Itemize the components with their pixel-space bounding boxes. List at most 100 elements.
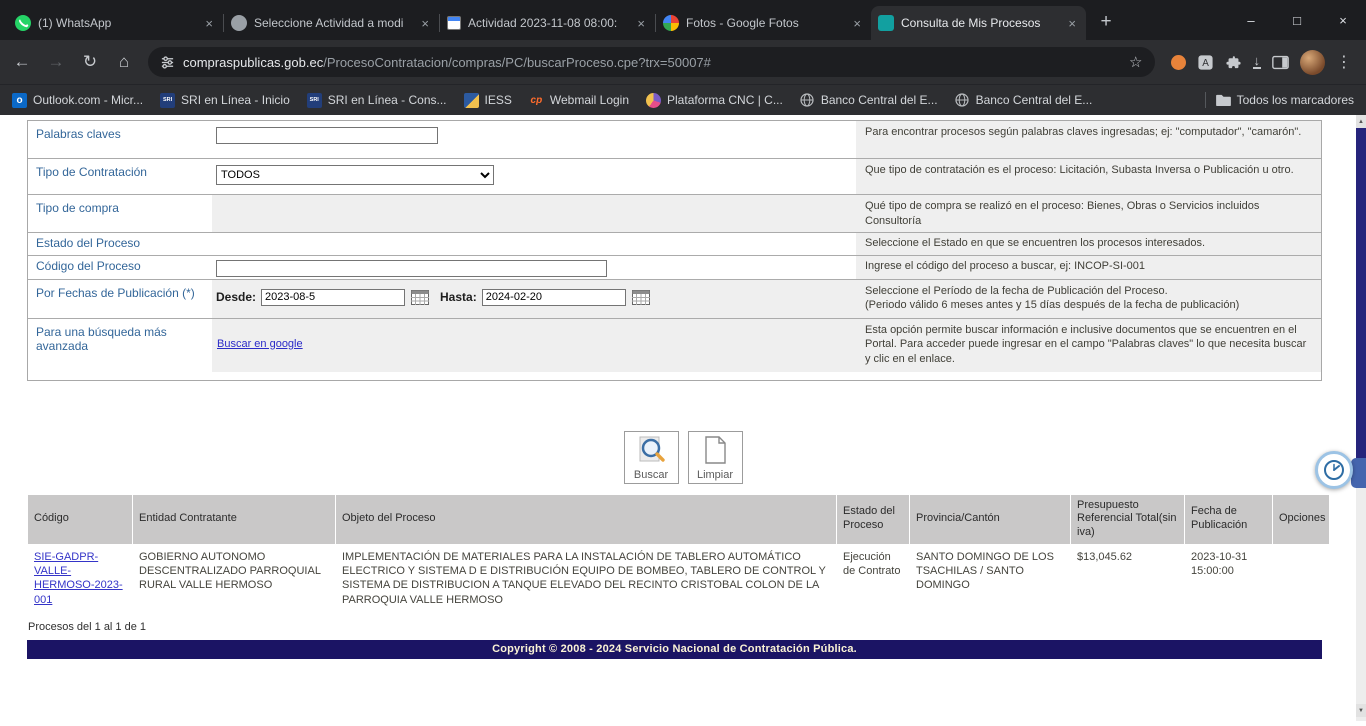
date-from-input[interactable] — [261, 289, 405, 306]
bookmark-iess[interactable]: IESS — [464, 93, 512, 108]
process-code-input[interactable] — [216, 260, 607, 277]
floating-widget-tab[interactable] — [1351, 458, 1366, 488]
bookmark-banco-central-2[interactable]: Banco Central del E... — [955, 93, 1093, 108]
clear-page-icon — [702, 435, 728, 468]
keywords-label: Palabras claves — [28, 121, 212, 158]
state-label: Estado del Proceso — [28, 233, 212, 255]
bookmark-label: Plataforma CNC | C... — [667, 93, 783, 107]
bookmark-banco-central-1[interactable]: Banco Central del E... — [800, 93, 938, 108]
search-button[interactable]: Buscar — [624, 431, 679, 484]
search-form: Palabras claves Para encontrar procesos … — [27, 120, 1322, 381]
calendar-page-icon — [447, 16, 461, 30]
extension-orange-icon[interactable] — [1171, 55, 1186, 70]
sri-icon: SRI — [160, 93, 175, 108]
home-button[interactable]: ⌂ — [108, 46, 140, 78]
bookmark-sri-consultas[interactable]: SRI SRI en Línea - Cons... — [307, 93, 447, 108]
tab-whatsapp[interactable]: (1) WhatsApp × — [8, 6, 223, 40]
floating-clock-widget[interactable] — [1315, 451, 1353, 489]
tab-consulta-procesos-active[interactable]: Consulta de Mis Procesos × — [871, 6, 1086, 40]
calendar-icon[interactable] — [632, 290, 650, 305]
cell-codigo: SIE-GADPR-VALLE-HERMOSO-2023-001 — [28, 545, 132, 612]
bookmark-star-icon[interactable]: ☆ — [1129, 53, 1142, 71]
tab-close-icon[interactable]: × — [202, 16, 216, 31]
url-path: /ProcesoContratacion/compras/PC/buscarPr… — [323, 55, 711, 70]
cell-objeto: IMPLEMENTACIÓN DE MATERIALES PARA LA INS… — [336, 545, 836, 612]
new-tab-button[interactable]: + — [1092, 8, 1120, 36]
close-button[interactable]: × — [1320, 0, 1366, 40]
tab-close-icon[interactable]: × — [1065, 16, 1079, 31]
scroll-down-icon[interactable]: ▼ — [1356, 704, 1366, 717]
browser-toolbar: ← → ↻ ⌂ compraspublicas.gob.ec/ProcesoCo… — [0, 40, 1366, 84]
bookmark-webmail[interactable]: cp Webmail Login — [529, 93, 629, 108]
bookmark-label: SRI en Línea - Cons... — [328, 93, 447, 107]
row-tipo-contratacion: Tipo de Contratación TODOS Que tipo de c… — [28, 158, 1321, 194]
sri-icon: SRI — [307, 93, 322, 108]
cpanel-icon: cp — [529, 93, 544, 108]
scroll-up-icon[interactable]: ▲ — [1356, 115, 1366, 128]
contract-type-select[interactable]: TODOS — [216, 165, 494, 185]
row-palabras-claves: Palabras claves Para encontrar procesos … — [28, 121, 1321, 158]
minimize-button[interactable]: – — [1228, 0, 1274, 40]
bookmark-label: IESS — [485, 93, 512, 107]
bookmarks-divider — [1205, 92, 1206, 108]
downloads-icon[interactable]: ↓ — [1253, 55, 1262, 69]
contract-type-help: Que tipo de contratación es el proceso: … — [856, 159, 1321, 194]
extensions-puzzle-icon[interactable] — [1225, 54, 1242, 71]
tab-label: Fotos - Google Fotos — [686, 16, 843, 30]
bookmark-sri-inicio[interactable]: SRI SRI en Línea - Inicio — [160, 93, 290, 108]
cell-presupuesto: $13,045.62 — [1071, 545, 1184, 612]
tab-actividad[interactable]: Actividad 2023-11-08 08:00: × — [440, 6, 655, 40]
google-photos-icon — [663, 15, 679, 31]
copyright-bar: Copyright © 2008 - 2024 Servicio Naciona… — [27, 640, 1322, 659]
keywords-input[interactable] — [216, 127, 438, 144]
advanced-help: Esta opción permite buscar información e… — [856, 319, 1321, 372]
tabs-container: (1) WhatsApp × Seleccione Actividad a mo… — [0, 6, 1228, 40]
dates-help-line1: Seleccione el Período de la fecha de Pub… — [865, 284, 1312, 299]
tab-seleccione-actividad[interactable]: Seleccione Actividad a modi × — [224, 6, 439, 40]
purchase-type-empty — [212, 195, 856, 232]
maximize-button[interactable]: □ — [1274, 0, 1320, 40]
dates-help-line2: (Periodo válido 6 meses antes y 15 días … — [865, 298, 1312, 313]
translate-icon[interactable]: A — [1197, 54, 1214, 71]
page-scrollbar[interactable]: ▲ ▼ — [1356, 115, 1366, 721]
profile-avatar[interactable] — [1300, 50, 1325, 75]
page-content: Palabras claves Para encontrar procesos … — [0, 120, 1366, 726]
forward-button[interactable]: → — [40, 46, 72, 78]
side-panel-icon[interactable] — [1272, 55, 1289, 70]
date-to-input[interactable] — [482, 289, 626, 306]
date-to-label: Hasta: — [440, 290, 477, 304]
tab-label: (1) WhatsApp — [38, 16, 195, 30]
bookmarks-bar: o Outlook.com - Micr... SRI SRI en Línea… — [0, 84, 1366, 115]
header-opciones: Opciones — [1273, 495, 1329, 544]
url-text[interactable]: compraspublicas.gob.ec/ProcesoContrataci… — [183, 55, 1121, 70]
address-bar[interactable]: compraspublicas.gob.ec/ProcesoContrataci… — [148, 47, 1155, 77]
results-section: Código Entidad Contratante Objeto del Pr… — [27, 494, 1322, 613]
tab-close-icon[interactable]: × — [634, 16, 648, 31]
bookmark-outlook[interactable]: o Outlook.com - Micr... — [12, 93, 143, 108]
cell-fecha: 2023-10-31 15:00:00 — [1185, 545, 1272, 612]
row-tipo-compra: Tipo de compra Qué tipo de compra se rea… — [28, 194, 1321, 232]
code-help: Ingrese el código del proceso a buscar, … — [856, 256, 1321, 279]
table-row: SIE-GADPR-VALLE-HERMOSO-2023-001 GOBIERN… — [28, 545, 1329, 612]
clear-button[interactable]: Limpiar — [688, 431, 743, 484]
date-from-label: Desde: — [216, 290, 256, 304]
header-entidad: Entidad Contratante — [133, 495, 335, 544]
state-empty — [212, 233, 856, 255]
google-search-link[interactable]: Buscar en google — [217, 338, 303, 350]
bookmark-cnc[interactable]: Plataforma CNC | C... — [646, 93, 783, 108]
globe-icon — [800, 93, 815, 108]
calendar-icon[interactable] — [411, 290, 429, 305]
back-button[interactable]: ← — [6, 46, 38, 78]
site-settings-icon[interactable] — [160, 55, 175, 70]
tab-close-icon[interactable]: × — [418, 16, 432, 31]
row-busqueda-avanzada: Para una búsqueda más avanzada Buscar en… — [28, 318, 1321, 372]
tab-close-icon[interactable]: × — [850, 16, 864, 31]
globe-icon — [955, 93, 970, 108]
all-bookmarks-button[interactable]: Todos los marcadores — [1216, 93, 1354, 108]
reload-button[interactable]: ↻ — [74, 46, 106, 78]
tab-google-fotos[interactable]: Fotos - Google Fotos × — [656, 6, 871, 40]
scrollbar-thumb[interactable] — [1356, 128, 1366, 460]
results-count: Procesos del 1 al 1 de 1 — [28, 621, 1366, 633]
process-code-link[interactable]: SIE-GADPR-VALLE-HERMOSO-2023-001 — [34, 551, 123, 606]
chrome-menu-icon[interactable]: ⋮ — [1336, 52, 1352, 72]
